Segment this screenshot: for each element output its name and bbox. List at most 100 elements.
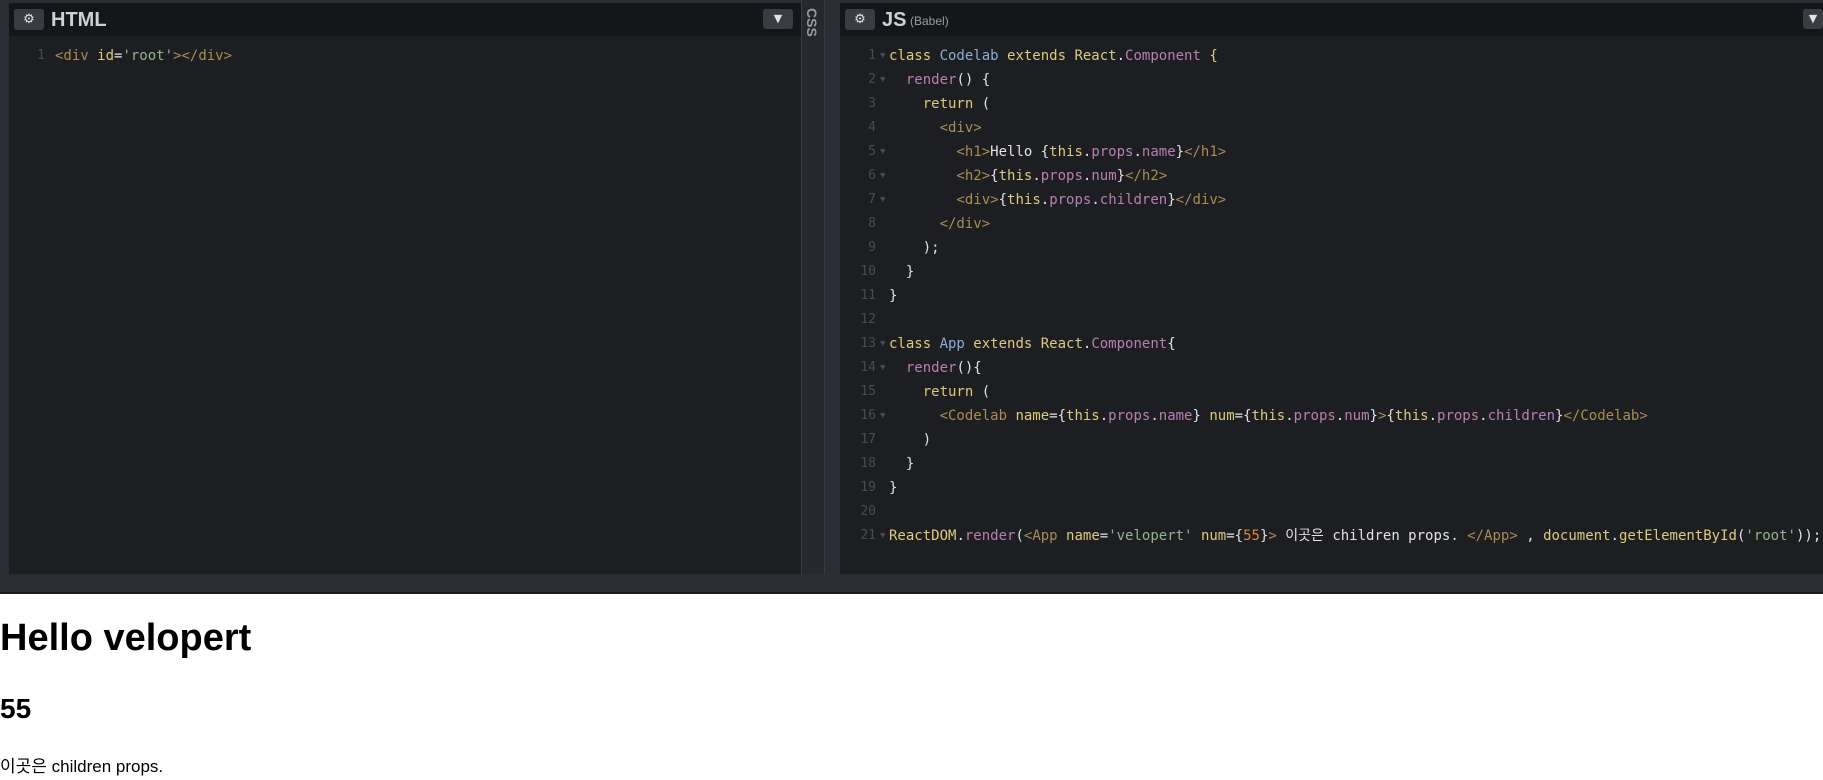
code-token: <h2> [956,168,991,184]
code-line[interactable]: 7 ▼ <div>{this.props.children}</div> [840,188,1823,212]
code-text: ) [889,428,931,452]
js-pane-subtitle: (Babel) [910,14,949,28]
code-line[interactable]: 2 ▼ render() { [840,68,1823,92]
code-token: <Codelab [939,408,1016,424]
code-line[interactable]: 9 ); [840,236,1823,260]
code-token: extends [1007,48,1075,64]
code-token: props [1108,408,1151,424]
code-token: = [1099,528,1109,544]
line-number: 4 [868,120,876,135]
code-token: . [1099,408,1109,424]
code-line[interactable]: 14 ▼ render(){ [840,356,1823,380]
code-token: } [889,456,915,472]
code-token: <div> [956,192,999,208]
code-text: <h2>{this.props.num}</h2> [889,164,1167,188]
fold-arrow-icon[interactable]: ▼ [880,188,885,212]
code-token: document [1543,528,1611,544]
code-line[interactable]: 19} [840,476,1823,500]
code-token: getElementById [1618,528,1737,544]
line-number: 14 [860,360,876,375]
line-number: 16 [860,408,876,423]
code-line[interactable]: 1 <div id='root'></div> [9,44,801,68]
css-pane-collapsed[interactable]: CSS [801,0,825,592]
code-token: React [1040,336,1083,352]
code-line[interactable]: 18 } [840,452,1823,476]
code-token: return [922,384,974,400]
code-token: num [1200,528,1227,544]
code-line[interactable]: 15 return ( [840,380,1823,404]
code-line[interactable]: 17 ) [840,428,1823,452]
fold-arrow-icon[interactable]: ▼ [880,332,885,356]
js-collapse-button[interactable]: ▼ [1803,9,1823,29]
html-editor-pane[interactable]: ⚙ HTML ▼ 1 <div id='root'></div> [9,0,801,592]
js-pane-title: JS [882,9,907,31]
gear-icon: ⚙ [854,12,866,27]
code-token: render [905,72,957,88]
code-token: } [889,288,898,304]
fold-arrow-icon[interactable]: ▼ [880,524,885,548]
code-token: 'root' [122,48,174,64]
code-line[interactable]: 4 <div> [840,116,1823,140]
fold-arrow-icon[interactable]: ▼ [880,44,885,68]
code-line[interactable]: 12 [840,308,1823,332]
code-token: name [1066,528,1100,544]
line-number: 10 [860,264,876,279]
html-collapse-button[interactable]: ▼ [763,9,793,29]
code-text: } [889,260,914,284]
code-line[interactable]: 13 ▼ class App extends React.Component{ [840,332,1823,356]
code-token: . [1091,192,1100,208]
code-token: render [905,360,957,376]
code-token: this [998,168,1033,184]
fold-arrow-icon[interactable]: ▼ [880,164,885,188]
html-code-area[interactable]: 1 <div id='root'></div> [9,44,801,68]
js-editor-pane[interactable]: ⚙ JS (Babel) ▼ 1 ▼ class Codelab extends R… [840,0,1823,592]
code-token: <h1> [956,144,991,160]
code-token: } [1192,408,1210,424]
code-line[interactable]: 5 ▼ <h1>Hello {this.props.name}</h1> [840,140,1823,164]
code-text: class App extends React.Component{ [889,332,1176,356]
code-token: ( [973,384,991,400]
code-line[interactable]: 11} [840,284,1823,308]
code-line[interactable]: 8 </div> [840,212,1823,236]
code-token: () { [956,72,991,88]
js-pane-header: ⚙ JS (Babel) ▼ [840,0,1823,36]
js-settings-button[interactable]: ⚙ [845,9,875,30]
fold-arrow-icon[interactable]: ▼ [880,356,885,380]
code-line[interactable]: 6 ▼ <h2>{this.props.num}</h2> [840,164,1823,188]
code-line[interactable]: 3 return ( [840,92,1823,116]
code-token: </div> [1175,192,1227,208]
code-token: class [889,48,940,64]
fold-arrow-icon[interactable]: ▼ [880,68,885,92]
code-text: <h1>Hello {this.props.name}</h1> [889,140,1226,164]
chevron-down-icon: ▼ [1808,12,1818,25]
code-line[interactable]: 10 } [840,260,1823,284]
code-line[interactable]: 16 ▼ <Codelab name={this.props.name} num=… [840,404,1823,428]
code-text: render(){ [889,356,982,380]
fold-arrow-icon[interactable]: ▼ [880,140,885,164]
code-token: . [1610,528,1619,544]
code-line[interactable]: 21 ▼ ReactDOM.render(<App name='velopert' … [840,524,1823,548]
code-token: . [1032,168,1041,184]
code-text: return ( [889,92,990,116]
html-settings-button[interactable]: ⚙ [14,9,44,30]
code-token: children [1099,192,1168,208]
code-token: this [1251,408,1286,424]
code-token: this [1049,144,1083,160]
line-number: 11 [860,288,876,303]
js-code-area[interactable]: 1 ▼ class Codelab extends React.Component … [840,44,1823,548]
code-token: Component [1125,48,1210,64]
code-token: </Codelab> [1563,408,1648,424]
css-pane-title[interactable]: CSS [804,8,820,37]
preview-resize-handle[interactable] [0,574,1823,594]
code-token: . [1335,408,1345,424]
fold-arrow-icon[interactable]: ▼ [880,404,885,428]
code-token: . [1285,408,1294,424]
code-token: </h2> [1125,168,1168,184]
line-number: 1 [868,48,876,63]
code-token: { [1209,48,1218,64]
code-line[interactable]: 20 [840,500,1823,524]
code-line[interactable]: 1 ▼ class Codelab extends React.Component … [840,44,1823,68]
code-token: Component [1091,336,1168,352]
